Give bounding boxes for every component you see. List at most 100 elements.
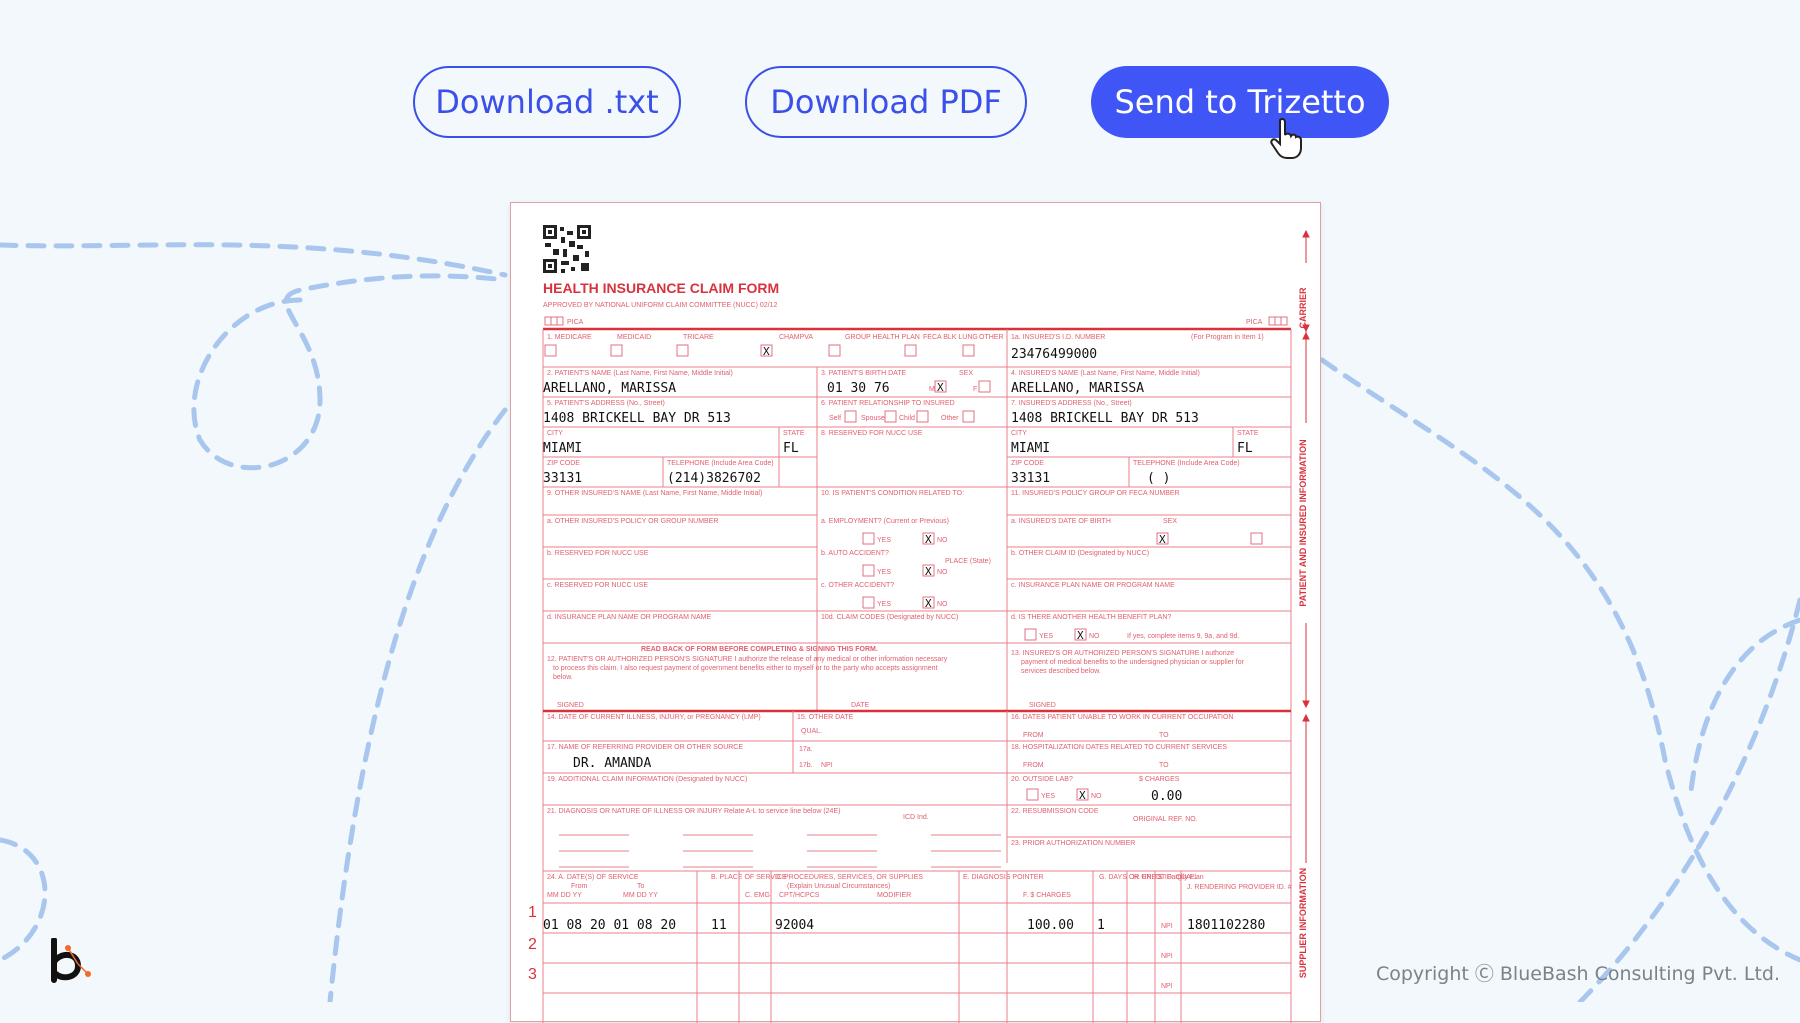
download-pdf-button[interactable]: Download PDF xyxy=(745,66,1027,138)
label-24i: I. ID. QUAL. xyxy=(1159,874,1197,881)
label-10c-no: NO xyxy=(937,601,948,608)
label-program-note: (For Program in Item 1) xyxy=(1191,334,1264,341)
label-cpt: CPT/HCPCS xyxy=(779,892,820,899)
label-zip: ZIP CODE xyxy=(547,460,580,467)
label-10d: 10d. CLAIM CODES (Designated by NUCC) xyxy=(821,614,958,621)
label-24-to: To xyxy=(637,883,645,890)
label-insured-state: STATE xyxy=(1237,430,1259,437)
patient-zip-value: 33131 xyxy=(543,471,582,486)
label-24a: 24. A. DATE(S) OF SERVICE xyxy=(547,874,639,881)
label-24-from: From xyxy=(571,883,588,890)
label-10a-yes: YES xyxy=(877,537,891,544)
label-other-insured: 9. OTHER INSURED'S NAME (Last Name, Firs… xyxy=(547,490,762,497)
label-24-from-mmddyy: MM DD YY xyxy=(547,892,582,899)
label-relationship: 6. PATIENT RELATIONSHIP TO INSURED xyxy=(821,400,955,407)
label-24e: E. DIAGNOSIS POINTER xyxy=(963,874,1044,881)
label-13: 13. INSURED'S OR AUTHORIZED PERSON'S SIG… xyxy=(1011,650,1234,657)
label-24f: F. $ CHARGES xyxy=(1023,892,1071,899)
label-10a: a. EMPLOYMENT? (Current or Previous) xyxy=(821,518,949,525)
label-patient-address: 5. PATIENT'S ADDRESS (No., Street) xyxy=(547,400,665,407)
send-to-trizetto-button[interactable]: Send to Trizetto xyxy=(1091,66,1389,138)
label-modifier: MODIFIER xyxy=(877,892,911,899)
label-22: 22. RESUBMISSION CODE xyxy=(1011,808,1099,815)
label-9a: a. OTHER INSURED'S POLICY OR GROUP NUMBE… xyxy=(547,518,718,525)
insured-phone-value: ( ) xyxy=(1147,471,1170,486)
20-no-check: X xyxy=(1079,789,1086,802)
label-insured-city: CITY xyxy=(1011,430,1027,437)
service-line-1-provider-id: 1801102280 xyxy=(1187,918,1265,933)
label-tricare: TRICARE xyxy=(683,334,714,341)
label-21: 21. DIAGNOSIS OR NATURE OF ILLNESS OR IN… xyxy=(547,808,840,815)
label-patient-name: 2. PATIENT'S NAME (Last Name, First Name… xyxy=(547,370,733,377)
service-line-number-1: 1 xyxy=(528,904,537,921)
label-11a-sex: SEX xyxy=(1163,518,1177,525)
label-group: GROUP HEALTH PLAN xyxy=(845,334,920,341)
label-insured-telephone: TELEPHONE (Include Area Code) xyxy=(1133,460,1240,467)
label-9c: c. RESERVED FOR NUCC USE xyxy=(547,582,648,589)
birth-date-value: 01 30 76 xyxy=(827,381,890,396)
side-label-carrier: CARRIER xyxy=(1298,287,1308,329)
patient-address-value: 1408 BRICKELL BAY DR 513 xyxy=(543,411,731,426)
label-9b: b. RESERVED FOR NUCC USE xyxy=(547,550,649,557)
approved-text: APPROVED BY NATIONAL UNIFORM CLAIM COMMI… xyxy=(543,302,778,309)
label-insured-id: 1a. INSURED'S I.D. NUMBER xyxy=(1011,334,1105,341)
insured-id-value: 23476499000 xyxy=(1011,347,1097,362)
label-20-no: NO xyxy=(1091,793,1102,800)
label-18-from: FROM xyxy=(1023,762,1044,769)
label-10b-no: NO xyxy=(937,569,948,576)
label-policy-group: 11. INSURED'S POLICY GROUP OR FECA NUMBE… xyxy=(1011,490,1180,497)
insured-address-value: 1408 BRICKELL BAY DR 513 xyxy=(1011,411,1199,426)
label-23: 23. PRIOR AUTHORIZATION NUMBER xyxy=(1011,840,1135,847)
label-telephone: TELEPHONE (Include Area Code) xyxy=(667,460,774,467)
label-22-ref: ORIGINAL REF. NO. xyxy=(1133,816,1198,823)
service-line-number-3: 3 xyxy=(528,966,537,983)
label-18: 18. HOSPITALIZATION DATES RELATED TO CUR… xyxy=(1011,744,1227,751)
label-12: 12. PATIENT'S OR AUTHORIZED PERSON'S SIG… xyxy=(547,656,948,663)
insured-state-value: FL xyxy=(1237,441,1253,456)
label-icd: ICD Ind. xyxy=(903,814,929,821)
label-20-charges: $ CHARGES xyxy=(1139,776,1180,783)
label-17: 17. NAME OF REFERRING PROVIDER OR OTHER … xyxy=(547,744,743,751)
referring-provider-value: DR. AMANDA xyxy=(573,756,651,771)
label-17b: 17b. xyxy=(799,762,813,769)
label-11b: b. OTHER CLAIM ID (Designated by NUCC) xyxy=(1011,550,1149,557)
label-11d-note: If yes, complete items 9, 9a, and 9d. xyxy=(1127,633,1240,640)
patient-phone-value: (214)3826702 xyxy=(667,471,761,486)
label-insured-address: 7. INSURED'S ADDRESS (No., Street) xyxy=(1011,400,1132,407)
service-line-2-npi: NPI xyxy=(1161,953,1173,960)
claim-form-preview: HEALTH INSURANCE CLAIM FORM APPROVED BY … xyxy=(510,202,1321,1023)
label-24j: J. RENDERING PROVIDER ID. # xyxy=(1187,884,1292,891)
label-18-to: TO xyxy=(1159,762,1169,769)
label-11c: c. INSURANCE PLAN NAME OR PROGRAM NAME xyxy=(1011,582,1175,589)
label-15-qual: QUAL. xyxy=(801,728,822,735)
label-16-to: TO xyxy=(1159,732,1169,739)
label-spouse: Spouse xyxy=(861,415,885,422)
side-label-supplier: SUPPLIER INFORMATION xyxy=(1298,868,1308,978)
label-other: OTHER xyxy=(979,334,1004,341)
form-title: HEALTH INSURANCE CLAIM FORM xyxy=(543,280,779,296)
label-sex-f: F xyxy=(973,386,977,393)
champva-check: X xyxy=(763,345,770,358)
download-txt-button[interactable]: Download .txt xyxy=(413,66,681,138)
label-10b-yes: YES xyxy=(877,569,891,576)
label-champva: CHAMPVA xyxy=(779,334,813,341)
label-sex: SEX xyxy=(959,370,973,377)
label-20-yes: YES xyxy=(1041,793,1055,800)
label-10b: b. AUTO ACCIDENT? xyxy=(821,550,889,557)
10b-no-check: X xyxy=(925,565,932,578)
10a-no-check: X xyxy=(925,533,932,546)
label-self: Self xyxy=(829,415,841,422)
label-reserved-8: 8. RESERVED FOR NUCC USE xyxy=(821,430,923,437)
label-11d-no: NO xyxy=(1089,633,1100,640)
outside-lab-charges-value: 0.00 xyxy=(1151,789,1182,804)
label-sex-m: M xyxy=(929,386,935,393)
service-line-1-units: 1 xyxy=(1097,918,1105,933)
service-line-1-npi: NPI xyxy=(1161,923,1173,930)
diagnosis-lines xyxy=(559,834,1001,868)
label-16-from: FROM xyxy=(1023,732,1044,739)
bluebash-logo-icon xyxy=(51,938,91,983)
label-17a: 17a. xyxy=(799,746,813,753)
label-other-rel: Other xyxy=(941,415,959,422)
label-12c: below. xyxy=(553,674,573,681)
insured-name-value: ARELLANO, MARISSA xyxy=(1011,381,1144,396)
